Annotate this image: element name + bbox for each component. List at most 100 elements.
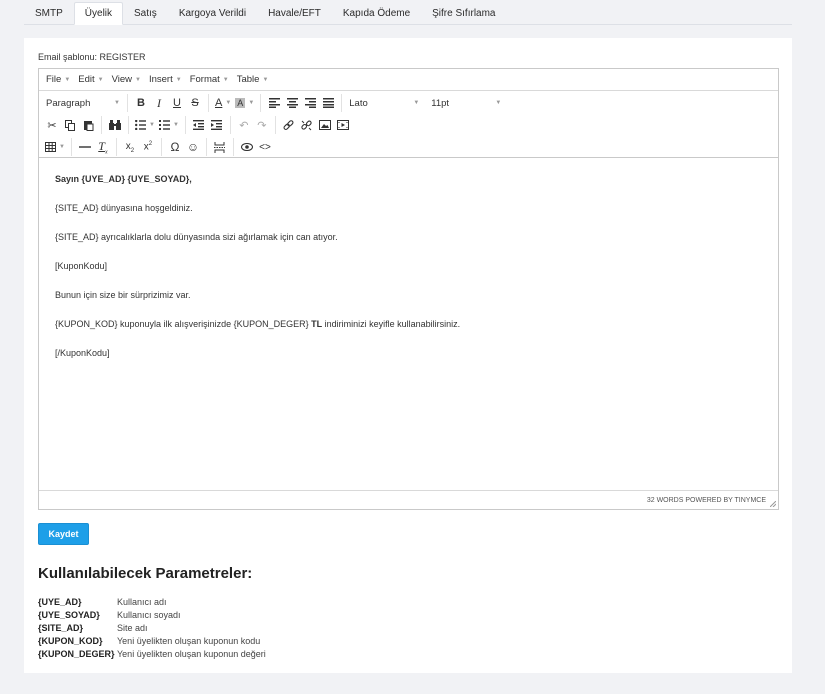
tab-sifre-sifirlama[interactable]: Şifre Sıfırlama	[421, 2, 506, 24]
tab-smtp[interactable]: SMTP	[24, 2, 74, 24]
param-row: {UYE_SOYAD} Kullanıcı soyadı	[38, 609, 266, 622]
chevron-down-icon: ▼	[59, 144, 65, 150]
horizontal-rule-button[interactable]	[76, 138, 94, 156]
param-desc: Yeni üyelikten oluşan kuponun değeri	[117, 649, 266, 659]
background-color-button[interactable]: A ▼	[233, 94, 256, 112]
redo-icon: ↷	[257, 119, 267, 132]
menu-view-label: View	[111, 74, 133, 85]
chevron-down-icon: ▼	[248, 100, 255, 106]
image-icon	[318, 120, 331, 130]
param-key: {UYE_SOYAD}	[38, 610, 100, 620]
align-center-button[interactable]	[283, 94, 301, 112]
cut-button[interactable]: ✂	[43, 116, 61, 134]
align-center-icon	[286, 98, 298, 108]
tab-satis[interactable]: Satış	[123, 2, 168, 24]
font-family-value: Lato	[349, 97, 368, 109]
italic-button[interactable]: I	[150, 94, 168, 112]
source-code-button[interactable]: <>	[256, 138, 274, 156]
link-button[interactable]	[280, 116, 298, 134]
template-panel: Email şablonu: REGISTER File ▼ Edit ▼ View…	[24, 38, 792, 673]
toolbar-separator	[274, 116, 276, 134]
special-char-button[interactable]: Ω	[166, 138, 184, 156]
font-size-select[interactable]: 11pt ▼	[428, 94, 504, 112]
bullet-list-button[interactable]: ▼	[133, 116, 157, 134]
menu-file[interactable]: File ▼	[42, 74, 74, 85]
outdent-icon	[193, 120, 205, 130]
param-row: {KUPON_DEGER} Yeni üyelikten oluşan kupon…	[38, 648, 266, 661]
menu-view[interactable]: View ▼	[108, 74, 145, 85]
save-button[interactable]: Kaydet	[38, 523, 89, 545]
table-button[interactable]: ▼	[43, 138, 67, 156]
tab-kargoya-verildi[interactable]: Kargoya Verildi	[168, 2, 257, 24]
param-desc: Site adı	[117, 623, 148, 633]
strikethrough-button[interactable]: S	[186, 94, 204, 112]
align-justify-button[interactable]	[319, 94, 337, 112]
table-icon	[45, 142, 56, 152]
content-line: {SITE_AD} dünyasına hoşgeldiniz.	[55, 203, 193, 213]
copy-icon	[64, 119, 75, 131]
text-color-button[interactable]: A ▼	[213, 94, 233, 112]
menu-table-label: Table	[236, 74, 260, 85]
tab-kapida-odeme[interactable]: Kapıda Ödeme	[332, 2, 421, 24]
menu-edit[interactable]: Edit ▼	[74, 74, 107, 85]
outdent-button[interactable]	[190, 116, 208, 134]
clear-format-button[interactable]: Tx	[94, 138, 112, 156]
resize-handle-icon[interactable]	[770, 501, 776, 507]
page-break-button[interactable]	[211, 138, 229, 156]
indent-button[interactable]	[208, 116, 226, 134]
editor-menubar: File ▼ Edit ▼ View ▼ Insert ▼ Format ▼ Table ▼	[39, 69, 778, 91]
toolbar-separator	[101, 116, 102, 134]
editor-content-area[interactable]: Sayın {UYE_AD} {UYE_SOYAD}, {SITE_AD} dü…	[39, 158, 778, 491]
align-left-button[interactable]	[265, 94, 283, 112]
background-color-icon: A	[235, 98, 246, 108]
chevron-down-icon: ▼	[97, 76, 104, 83]
param-row: {UYE_AD} Kullanıcı adı	[38, 596, 266, 609]
param-key: {UYE_AD}	[38, 597, 82, 607]
paste-button[interactable]	[79, 116, 97, 134]
chevron-down-icon: ▼	[222, 76, 229, 83]
align-right-button[interactable]	[301, 94, 319, 112]
copy-button[interactable]	[61, 116, 79, 134]
block-format-value: Paragraph	[46, 97, 91, 109]
editor-toolbar: Paragraph ▼ B I U S A ▼ A ▼ Lato ▼ 11pt …	[39, 91, 778, 158]
underline-button[interactable]: U	[168, 94, 186, 112]
undo-button[interactable]: ↶	[235, 116, 253, 134]
bold-button[interactable]: B	[132, 94, 150, 112]
emoticons-button[interactable]: ☺	[184, 138, 202, 156]
toolbar-separator	[160, 138, 162, 156]
menu-format[interactable]: Format ▼	[186, 74, 233, 85]
numbered-list-icon	[158, 120, 170, 130]
text-color-icon: A	[215, 97, 223, 109]
content-line-bold: TL	[311, 319, 323, 329]
numbered-list-button[interactable]: ▼	[157, 116, 181, 134]
font-family-select[interactable]: Lato ▼	[346, 94, 422, 112]
superscript-button[interactable]: x2	[139, 138, 157, 156]
block-format-select[interactable]: Paragraph ▼	[43, 94, 123, 112]
preview-button[interactable]	[238, 138, 256, 156]
clear-format-icon: Tx	[98, 138, 108, 156]
toolbar-separator	[229, 116, 231, 134]
param-row: {SITE_AD} Site adı	[38, 622, 266, 635]
toolbar-separator	[127, 94, 128, 112]
underline-icon: U	[173, 97, 181, 109]
menu-insert[interactable]: Insert ▼	[145, 74, 186, 85]
chevron-down-icon: ▼	[64, 76, 71, 83]
toolbar-separator	[115, 138, 117, 156]
params-list: {UYE_AD} Kullanıcı adı {UYE_SOYAD} Kullanı…	[38, 596, 266, 661]
find-replace-button[interactable]	[106, 116, 124, 134]
image-button[interactable]	[316, 116, 334, 134]
redo-button[interactable]: ↷	[253, 116, 271, 134]
media-button[interactable]	[334, 116, 352, 134]
unlink-button[interactable]	[298, 116, 316, 134]
align-right-icon	[304, 98, 316, 108]
subscript-button[interactable]: x2	[121, 138, 139, 156]
page-break-icon	[214, 141, 226, 153]
toolbar-separator	[128, 116, 129, 134]
menu-table[interactable]: Table ▼	[233, 74, 273, 85]
content-line: {SITE_AD} ayrıcalıklarla dolu dünyasında…	[55, 232, 338, 242]
tab-uyelik[interactable]: Üyelik	[73, 2, 124, 25]
toolbar-separator	[70, 138, 72, 156]
font-size-value: 11pt	[431, 97, 450, 109]
chevron-down-icon: ▼	[149, 122, 155, 128]
tab-havale-eft[interactable]: Havale/EFT	[257, 2, 332, 24]
